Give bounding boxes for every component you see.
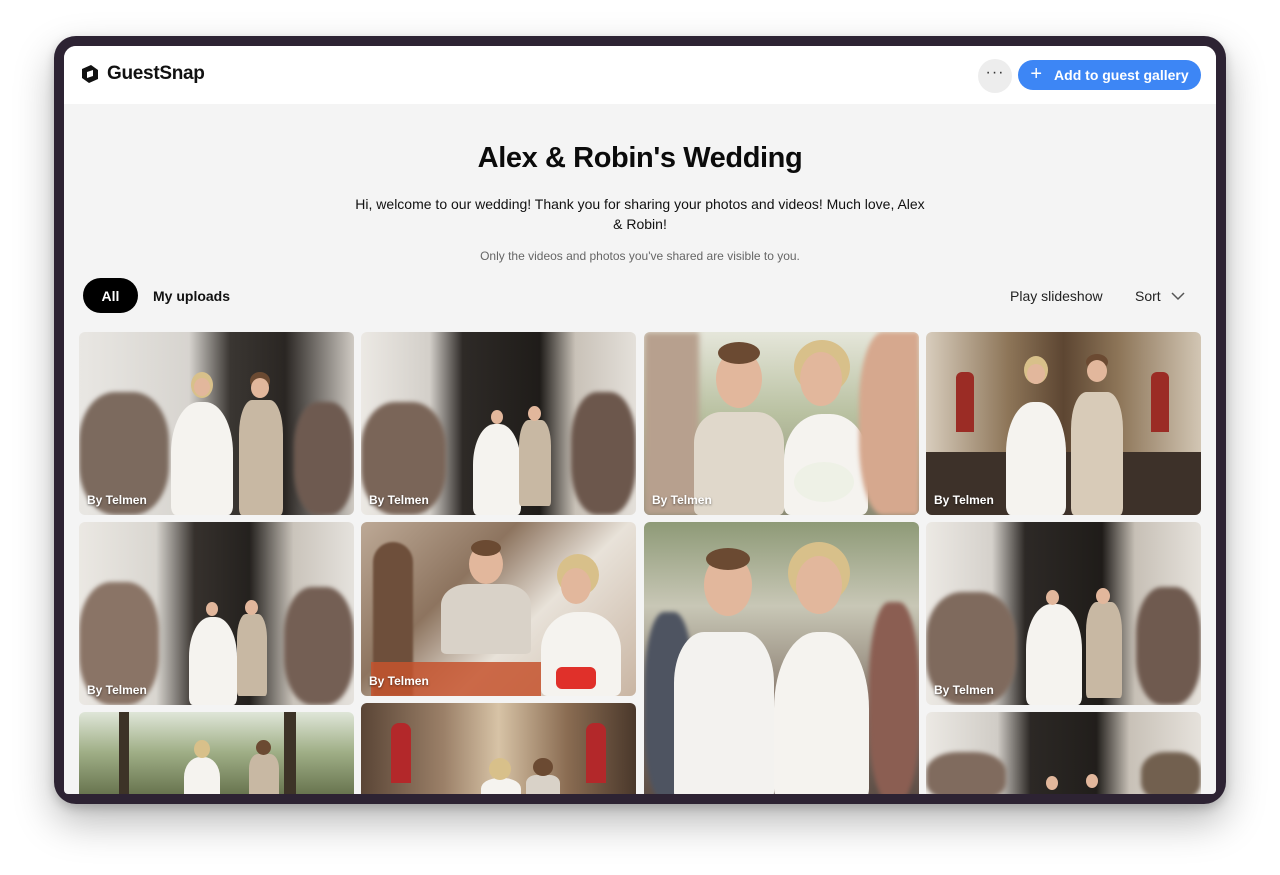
tab-my-uploads[interactable]: My uploads <box>153 288 230 304</box>
tab-all[interactable]: All <box>83 278 138 313</box>
gallery-photo[interactable]: By Telmen <box>926 522 1201 705</box>
sort-dropdown[interactable]: Sort <box>1135 288 1185 304</box>
photo-credit: By Telmen <box>652 493 712 507</box>
gallery-photo[interactable]: By Telmen <box>361 522 636 696</box>
add-to-gallery-button[interactable]: + Add to guest gallery <box>1018 60 1201 90</box>
play-slideshow-button[interactable]: Play slideshow <box>1010 288 1103 304</box>
photo-credit: By Telmen <box>87 683 147 697</box>
plus-icon: + <box>1030 63 1043 85</box>
device-frame: GuestSnap ··· + Add to guest gallery Ale… <box>54 36 1226 804</box>
photo-credit: By Telmen <box>934 683 994 697</box>
add-to-gallery-label: Add to guest gallery <box>1054 67 1189 83</box>
gallery-photo[interactable]: By Telmen <box>79 332 354 515</box>
gallery-photo[interactable] <box>926 712 1201 794</box>
gallery-photo[interactable]: By Telmen <box>79 522 354 705</box>
gallery-photo[interactable] <box>79 712 354 794</box>
gallery-photo[interactable]: By Telmen <box>926 332 1201 515</box>
gallery-photo[interactable]: By Telmen <box>644 332 919 515</box>
privacy-note: Only the videos and photos you've shared… <box>480 249 800 263</box>
gallery-photo[interactable]: By Telmen <box>361 332 636 515</box>
top-bar: GuestSnap ··· + Add to guest gallery <box>64 46 1216 104</box>
chevron-down-icon <box>1171 291 1185 300</box>
sort-label: Sort <box>1135 288 1161 304</box>
more-options-button[interactable]: ··· <box>978 59 1012 93</box>
guestsnap-logo-icon <box>82 65 98 83</box>
event-title: Alex & Robin's Wedding <box>477 142 803 174</box>
welcome-message: Hi, welcome to our wedding! Thank you fo… <box>355 196 925 232</box>
app-screen: GuestSnap ··· + Add to guest gallery Ale… <box>64 46 1216 794</box>
gallery-photo[interactable] <box>644 522 919 794</box>
photo-credit: By Telmen <box>934 493 994 507</box>
photo-credit: By Telmen <box>87 493 147 507</box>
ellipsis-icon: ··· <box>985 64 1005 81</box>
brand[interactable]: GuestSnap <box>79 63 205 85</box>
photo-credit: By Telmen <box>369 674 429 688</box>
brand-name: GuestSnap <box>107 63 205 84</box>
gallery-photo[interactable] <box>361 703 636 794</box>
photo-credit: By Telmen <box>369 493 429 507</box>
